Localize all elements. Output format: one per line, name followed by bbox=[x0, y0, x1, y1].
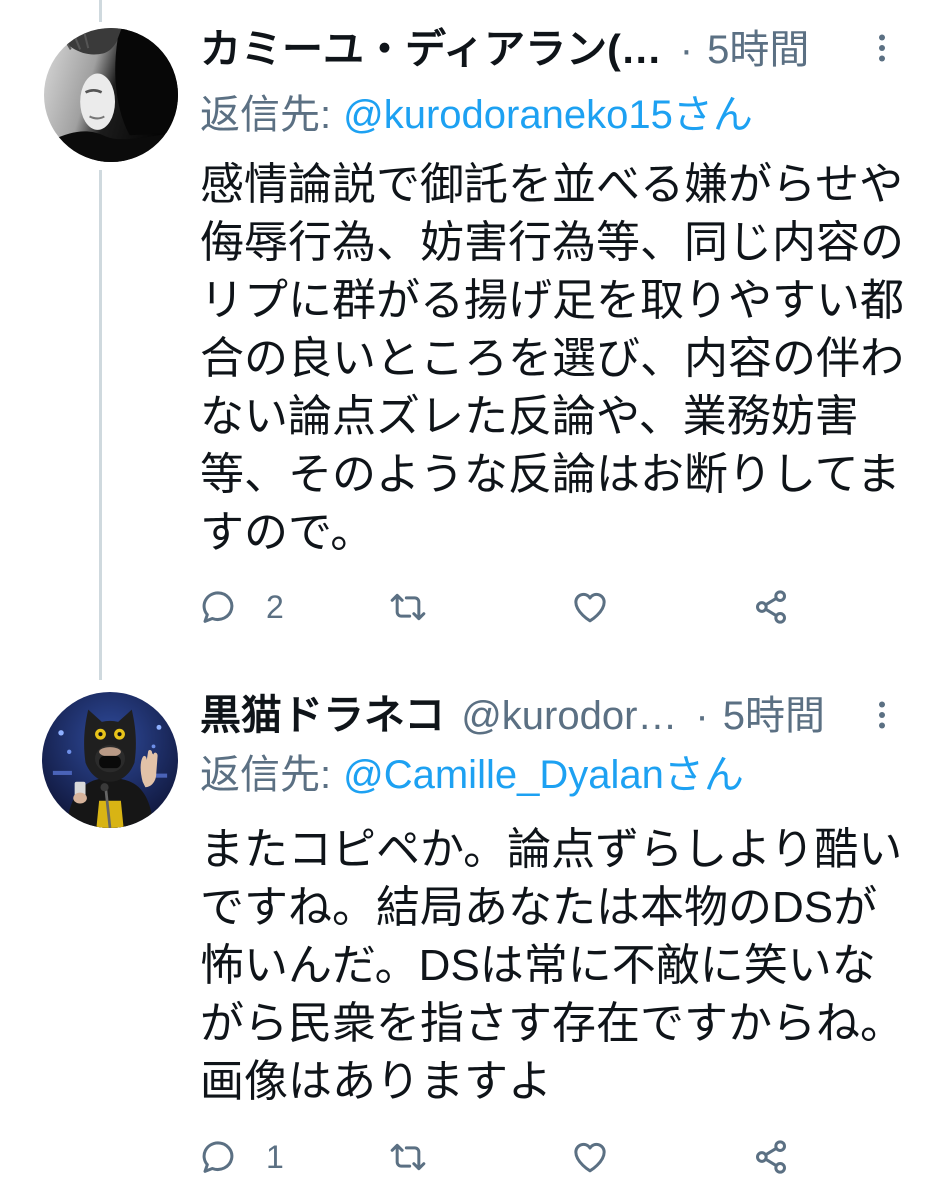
tweet-text-line: ない論点ズレた反論や、業務妨害 bbox=[200, 392, 859, 441]
share-icon bbox=[756, 590, 786, 624]
tweet-header: カミーユ・ディアラン(… · 5時間 bbox=[200, 25, 809, 73]
retweet-icon bbox=[390, 593, 426, 621]
reply-button[interactable]: 2 bbox=[198, 587, 284, 627]
reply-to-label: 返信先: bbox=[200, 93, 332, 137]
retweet-icon bbox=[390, 1143, 426, 1171]
retweet-button[interactable] bbox=[388, 1137, 428, 1177]
tweet-text: またコピペか。論点ずらしより酷い ですね。結局あなたは本物のDSが 怖いんだ。D… bbox=[200, 821, 904, 1111]
tweet-text-line: 侮辱行為、妨害行為等、同じ内容の bbox=[200, 218, 904, 267]
more-vertical-icon[interactable] bbox=[864, 30, 900, 66]
timestamp[interactable]: 5時間 bbox=[723, 694, 825, 738]
reply-to-line: 返信先: @Camille_Dyalanさん bbox=[200, 751, 744, 799]
tweet-text-line: またコピペか。論点ずらしより酷い bbox=[200, 825, 903, 874]
reply-count: 1 bbox=[266, 1139, 284, 1175]
more-vertical-icon[interactable] bbox=[864, 697, 900, 733]
reply-button[interactable]: 1 bbox=[198, 1137, 284, 1177]
like-button[interactable] bbox=[570, 1137, 610, 1177]
like-button[interactable] bbox=[570, 587, 610, 627]
tweet-text-line: 等、そのような反論はお断りしてま bbox=[200, 450, 901, 499]
action-bar: 1 bbox=[0, 1137, 934, 1177]
tweet-text: 感情論説で御託を並べる嫌がらせや 侮辱行為、妨害行為等、同じ内容の リプに群がる… bbox=[200, 156, 904, 562]
share-button[interactable] bbox=[751, 1137, 791, 1177]
more-vertical-icon-glyph bbox=[879, 701, 885, 729]
display-name[interactable]: カミーユ・ディアラン(… bbox=[200, 26, 662, 72]
avatar-illustration bbox=[44, 28, 178, 162]
tweet[interactable]: カミーユ・ディアラン(… · 5時間 返信先: @kurodoraneko15さん 感… bbox=[0, 0, 934, 665]
tweet-text-line: 感情論説で御託を並べる嫌がらせや bbox=[200, 160, 904, 209]
tweet-text-line: 合の良いところを選び、内容の伴わ bbox=[200, 334, 904, 383]
tweet-text-line: すので。 bbox=[200, 508, 375, 557]
avatar-image bbox=[44, 28, 178, 162]
tweet[interactable]: 黒猫ドラネコ @kurodor… · 5時間 返信先: @Camille_Dyalanさ… bbox=[0, 667, 934, 1200]
reply-icon bbox=[202, 591, 234, 623]
avatar[interactable] bbox=[42, 692, 178, 828]
retweet-button[interactable] bbox=[388, 587, 428, 627]
separator-dot: · bbox=[679, 28, 694, 72]
like-icon bbox=[574, 1142, 606, 1173]
separator-dot: · bbox=[695, 694, 709, 738]
reply-icon bbox=[202, 1141, 234, 1173]
tweet-text-line: ですね。結局あなたは本物のDSが bbox=[200, 883, 878, 932]
tweet-text-line: 画像はありますよ bbox=[200, 1057, 552, 1106]
tweet-header: 黒猫ドラネコ @kurodor… · 5時間 bbox=[200, 691, 825, 739]
reply-count: 2 bbox=[266, 589, 284, 625]
avatar-illustration bbox=[42, 692, 178, 828]
action-bar: 2 bbox=[0, 587, 934, 627]
tweet-text-line: がら民衆を指さす存在ですからね。 bbox=[200, 999, 904, 1048]
share-icon bbox=[756, 1140, 786, 1174]
display-name[interactable]: 黒猫ドラネコ bbox=[200, 692, 445, 738]
share-button[interactable] bbox=[751, 587, 791, 627]
tweet-text-line: リプに群がる揚げ足を取りやすい都 bbox=[200, 276, 904, 325]
tweet-thread: カミーユ・ディアラン(… · 5時間 返信先: @kurodoraneko15さん 感… bbox=[0, 0, 934, 1200]
timestamp[interactable]: 5時間 bbox=[707, 28, 809, 72]
like-icon bbox=[574, 592, 606, 623]
reply-to-handle[interactable]: @Camille_Dyalanさん bbox=[343, 753, 744, 797]
reply-to-handle[interactable]: @kurodoraneko15さん bbox=[343, 93, 753, 137]
more-vertical-icon-glyph bbox=[879, 34, 885, 62]
tweet-text-line: 怖いんだ。DSは常に不敵に笑いな bbox=[200, 941, 876, 990]
user-handle[interactable]: @kurodor… bbox=[461, 694, 677, 738]
reply-to-line: 返信先: @kurodoraneko15さん bbox=[200, 91, 753, 139]
reply-to-label: 返信先: bbox=[200, 753, 332, 797]
avatar[interactable] bbox=[44, 28, 178, 162]
avatar-image bbox=[42, 692, 178, 828]
